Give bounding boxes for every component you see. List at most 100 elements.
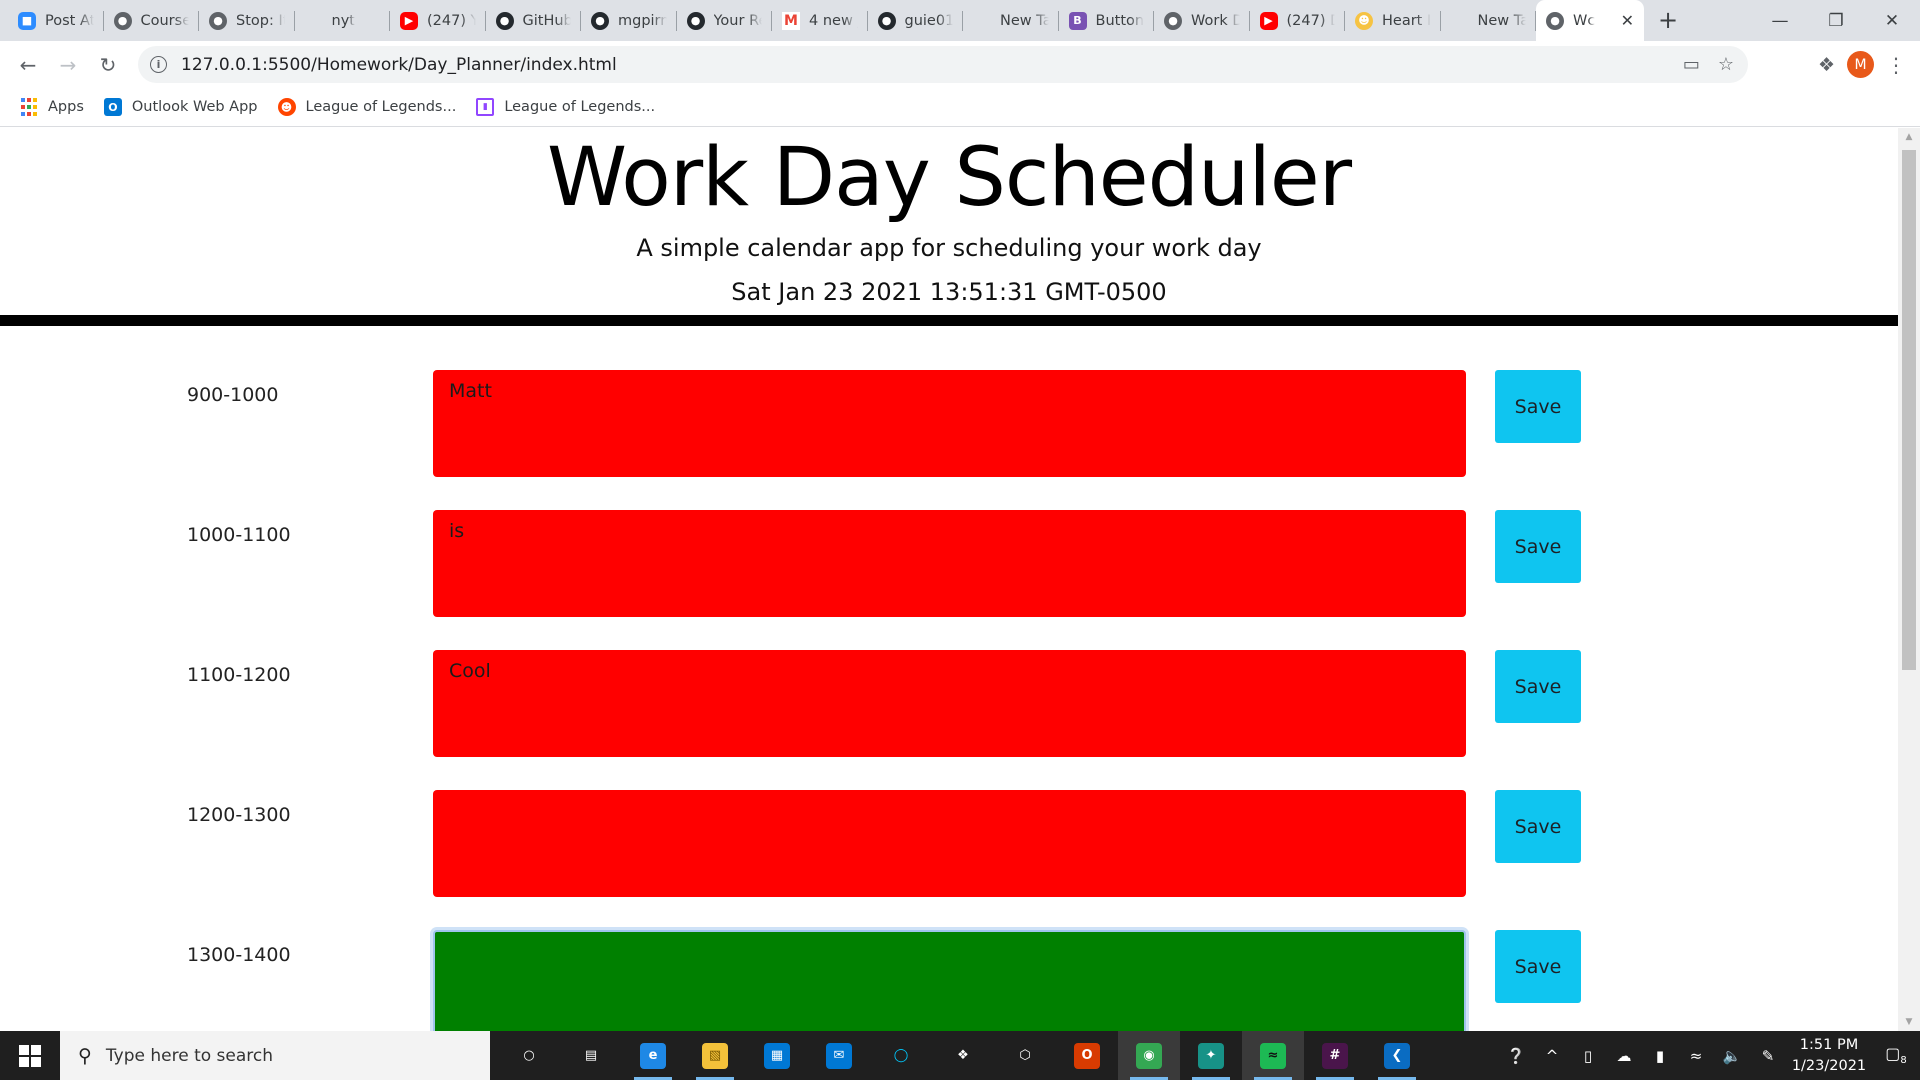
tab-title: New Tab [1000,12,1049,29]
onedrive-icon[interactable]: ☁ [1606,1047,1642,1065]
browser-tab[interactable]: New Tab [963,0,1059,41]
cast-icon[interactable]: ▭ [1683,54,1700,75]
browser-tab[interactable]: nyt [295,0,391,41]
page-viewport: Work Day Scheduler A simple calendar app… [0,128,1920,1031]
mail-icon[interactable]: ✉ [808,1031,870,1080]
edge-icon[interactable]: e [622,1031,684,1080]
help-icon[interactable]: ❔ [1498,1047,1534,1065]
chevron-up-icon[interactable]: ^ [1534,1047,1570,1065]
browser-tab[interactable]: B Button [1059,0,1155,41]
blank-icon [1451,12,1469,30]
vscode-icon[interactable]: ❮ [1366,1031,1428,1080]
time-block-description[interactable] [433,510,1466,617]
bookmark-label: League of Legends... [305,99,457,115]
extensions-puzzle-icon[interactable]: ❖ [1818,54,1835,76]
time-block-description[interactable] [433,790,1466,897]
scroll-up-icon[interactable]: ▲ [1898,128,1920,146]
taskbar-search[interactable]: ⚲ Type here to search [60,1031,490,1080]
reload-icon[interactable]: ↻ [88,45,128,85]
page-scrollbar[interactable]: ▲ ▼ [1898,128,1920,1031]
globe-icon: ● [1164,11,1182,30]
search-icon: ⚲ [78,1044,92,1067]
jumbotron-header: Work Day Scheduler A simple calendar app… [0,128,1898,326]
store-icon[interactable]: ▦ [746,1031,808,1080]
browser-tab[interactable]: M 4 new j [772,0,868,41]
unity-icon[interactable]: ⬡ [994,1031,1056,1080]
task-view-icon[interactable]: ▤ [560,1031,622,1080]
browser-tab[interactable]: ● GitHub [486,0,582,41]
site-info-icon[interactable]: i [150,56,167,73]
save-button[interactable]: Save [1495,370,1581,443]
reddit-icon: ☻ [277,98,296,116]
alexa-icon[interactable]: ◯ [870,1031,932,1080]
office-icon[interactable]: O [1056,1031,1118,1080]
browser-menu-icon[interactable]: ⋮ [1886,53,1906,77]
start-button[interactable] [0,1031,60,1080]
browser-tab[interactable]: ▶ (247) D [1250,0,1346,41]
close-tab-icon[interactable]: ✕ [1621,11,1634,30]
github-icon: ● [495,11,514,30]
browser-tab[interactable]: ● mgpirm [581,0,677,41]
tab-title: nyt [331,12,355,29]
file-explorer-icon[interactable]: ▧ [684,1031,746,1080]
cortana-icon[interactable]: ○ [498,1031,560,1080]
meet-now-icon[interactable]: ▯ [1570,1047,1606,1065]
bookmark-item[interactable]: O Outlook Web App [103,98,258,116]
tab-title: New Tab [1477,12,1527,29]
chrome-icon[interactable]: ◉ [1118,1031,1180,1080]
time-block-description[interactable] [433,930,1466,1031]
scroll-down-icon[interactable]: ▼ [1898,1013,1920,1031]
git-kraken-icon[interactable]: ✦ [1180,1031,1242,1080]
save-button[interactable]: Save [1495,790,1581,863]
browser-tab[interactable]: New Tab [1441,0,1537,41]
notification-center-icon[interactable]: ▢8 [1872,1044,1920,1066]
forward-arrow-icon[interactable]: → [48,45,88,85]
browser-tab[interactable]: ☻ Heart I [1345,0,1441,41]
github-icon: ● [591,11,609,30]
browser-tab[interactable]: ● Course [104,0,200,41]
url-text[interactable]: 127.0.0.1:5500/Homework/Day_Planner/inde… [181,55,617,75]
scrollbar-thumb[interactable] [1902,150,1916,670]
back-arrow-icon[interactable]: ← [8,45,48,85]
restore-icon[interactable]: ❐ [1808,0,1864,41]
tab-title: GitHub [522,12,572,29]
browser-tab-active[interactable]: ● Wc ✕ [1536,0,1644,41]
address-bar[interactable]: i 127.0.0.1:5500/Homework/Day_Planner/in… [138,46,1748,83]
browser-tab[interactable]: ● Your Re [677,0,773,41]
bookmark-item[interactable]: ☻ League of Legends... [277,98,457,116]
profile-avatar[interactable]: M [1847,51,1874,78]
new-tab-plus-icon[interactable]: + [1658,0,1678,41]
bookmark-item[interactable]: ▮ League of Legends... [476,98,655,116]
twitch-icon: ▮ [476,98,495,116]
tab-title: (247) Y [427,12,476,29]
wifi-icon[interactable]: ≈ [1678,1047,1714,1065]
browser-tab[interactable]: ■ Post At [8,0,104,41]
bookmark-item[interactable]: Apps [20,98,84,116]
save-button[interactable]: Save [1495,510,1581,583]
close-window-icon[interactable]: ✕ [1864,0,1920,41]
minimize-icon[interactable]: — [1752,0,1808,41]
tab-title: Course [140,12,190,29]
pen-icon[interactable]: ✎ [1750,1047,1786,1065]
time-block: 1000-1100 Save [0,510,1898,620]
save-button[interactable]: Save [1495,930,1581,1003]
time-block-hour: 1100-1200 [187,664,291,686]
browser-tab[interactable]: ▶ (247) Y [390,0,486,41]
bookmark-star-icon[interactable]: ☆ [1718,54,1734,75]
dropbox-icon[interactable]: ❖ [932,1031,994,1080]
time-block-description[interactable] [433,650,1466,757]
time-block-description[interactable] [433,370,1466,477]
windows-logo-icon [19,1044,41,1067]
save-button[interactable]: Save [1495,650,1581,723]
battery-icon[interactable]: ▮ [1642,1047,1678,1065]
bookmark-label: Apps [48,99,84,115]
browser-tab[interactable]: ● Stop: It [199,0,295,41]
browser-tab[interactable]: ● Work D [1154,0,1250,41]
browser-tab[interactable]: ● guie01 [868,0,964,41]
bookmark-label: Outlook Web App [131,99,258,115]
volume-icon[interactable]: 🔈 [1714,1047,1750,1065]
blank-icon [973,12,991,30]
spotify-icon[interactable]: ≈ [1242,1031,1304,1080]
taskbar-clock[interactable]: 1:51 PM 1/23/2021 [1786,1035,1872,1077]
slack-icon[interactable]: # [1304,1031,1366,1080]
